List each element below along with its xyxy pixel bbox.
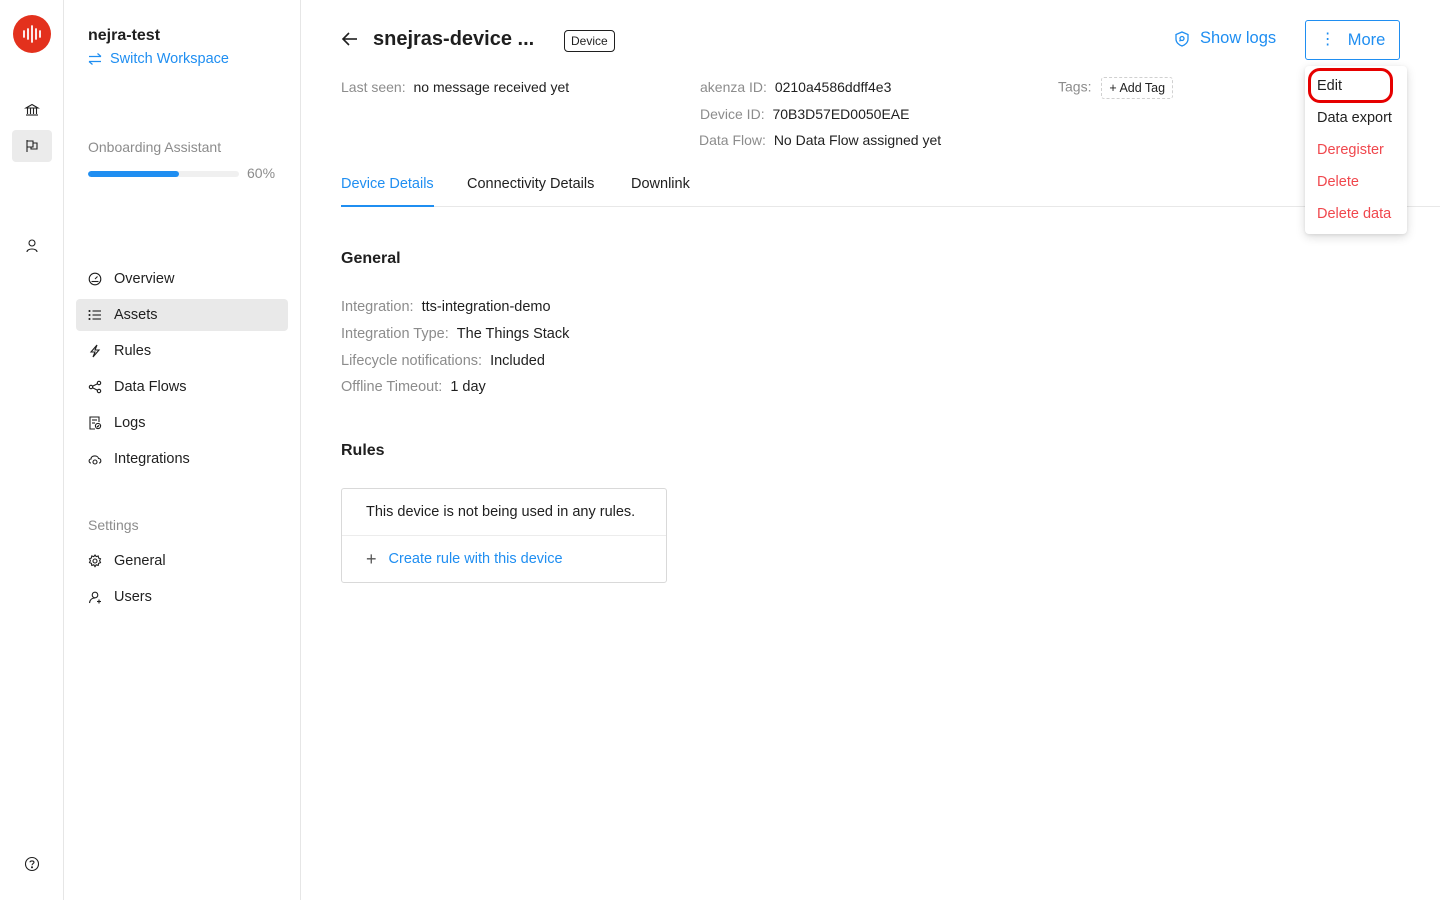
onboarding-progress-bar <box>88 171 239 177</box>
user-icon <box>26 239 38 253</box>
add-tag-button[interactable]: + Add Tag <box>1101 77 1174 99</box>
tab-bar: Device Details Connectivity Details Down… <box>341 176 1440 207</box>
data-flow-field: Data Flow: No Data Flow assigned yet <box>699 132 942 148</box>
swap-arrows-icon <box>88 53 102 65</box>
dashboard-icon <box>88 272 102 286</box>
bank-icon <box>24 103 40 116</box>
last-seen-field: Last seen: no message received yet <box>341 79 570 95</box>
lightning-icon <box>89 344 101 358</box>
create-rule-label: Create rule with this device <box>388 551 563 567</box>
sidebar-item-label: Rules <box>114 343 152 359</box>
rules-card: This device is not being used in any rul… <box>341 488 667 583</box>
sidebar-item-general[interactable]: General <box>76 545 288 577</box>
menu-item-deregister[interactable]: Deregister <box>1305 136 1407 168</box>
sidebar-item-logs[interactable]: Logs <box>76 407 288 439</box>
field-label: Last seen <box>341 79 402 95</box>
settings-nav: General Users <box>76 545 288 617</box>
list-icon <box>88 309 101 321</box>
field-value: No Data Flow assigned yet <box>773 132 942 148</box>
more-vertical-icon: ⋮ <box>1319 31 1336 48</box>
field-label: Device ID <box>700 106 761 122</box>
workspace-name: nejra-test <box>88 27 161 44</box>
help-circle-icon[interactable] <box>24 856 40 872</box>
settings-section-label: Settings <box>88 517 139 533</box>
cloud-icon <box>88 455 102 465</box>
field-value: no message received yet <box>413 79 570 95</box>
akenza-logo-icon[interactable] <box>13 15 51 53</box>
users-icon <box>88 591 101 604</box>
flag-icon <box>26 140 38 152</box>
field-label: Tags <box>1058 78 1088 95</box>
sidebar-item-label: Overview <box>114 271 175 287</box>
back-arrow-icon[interactable] <box>341 30 359 48</box>
onboarding-progress-fill <box>88 171 179 177</box>
rail-organization-button[interactable] <box>12 94 52 126</box>
more-button[interactable]: ⋮ More <box>1305 20 1400 60</box>
menu-item-delete-data[interactable]: Delete data <box>1305 200 1407 232</box>
integration-field: Integration: tts-integration-demo <box>341 299 551 315</box>
sidebar-item-label: Data Flows <box>114 379 187 395</box>
tab-device-details[interactable]: Device Details <box>341 176 434 207</box>
integration-type-field: Integration Type: The Things Stack <box>341 326 570 342</box>
show-logs-label: Show logs <box>1200 29 1277 47</box>
sidebar-item-integrations[interactable]: Integrations <box>76 443 288 475</box>
field-value: Included <box>490 353 545 369</box>
create-rule-link[interactable]: + Create rule with this device <box>342 536 666 582</box>
sidebar-item-label: Logs <box>114 415 146 431</box>
lifecycle-notifications-field: Lifecycle notifications: Included <box>341 353 545 369</box>
switch-workspace-label: Switch Workspace <box>110 51 229 67</box>
rail-workspace-button[interactable] <box>12 130 52 162</box>
show-logs-button[interactable]: Show logs <box>1174 29 1276 48</box>
field-label: Offline Timeout <box>341 379 439 395</box>
more-dropdown-menu: Edit Data export Deregister Delete Delet… <box>1305 66 1407 234</box>
onboarding-assistant-label[interactable]: Onboarding Assistant <box>88 139 221 155</box>
log-file-icon <box>89 416 102 430</box>
sidebar-item-label: Assets <box>114 307 158 323</box>
tab-downlink[interactable]: Downlink <box>631 176 690 207</box>
field-label: Integration Type <box>341 326 445 342</box>
field-label: Data Flow <box>699 132 763 148</box>
menu-item-edit[interactable]: Edit <box>1305 72 1407 104</box>
sidebar-item-label: Users <box>114 589 152 605</box>
sidebar-item-overview[interactable]: Overview <box>76 263 288 295</box>
gear-icon <box>88 554 102 568</box>
general-section-title: General <box>341 250 401 267</box>
akenza-id-field: akenza ID: 0210a4586ddff4e3 <box>700 79 892 95</box>
tags-field: Tags: + Add Tag <box>1058 77 1174 99</box>
plus-icon: + <box>366 548 377 569</box>
sidebar-item-label: Integrations <box>114 451 190 467</box>
device-detail-page: snejras-device ... Device Show logs ⋮ Mo… <box>301 0 1440 900</box>
sidebar-item-data-flows[interactable]: Data Flows <box>76 371 288 403</box>
more-label: More <box>1347 30 1386 49</box>
offline-timeout-field: Offline Timeout: 1 day <box>341 379 486 395</box>
rail-account-button[interactable] <box>12 230 52 262</box>
field-value: 0210a4586ddff4e3 <box>774 79 892 95</box>
menu-item-data-export[interactable]: Data export <box>1305 104 1407 136</box>
switch-workspace-link[interactable]: Switch Workspace <box>88 51 229 67</box>
field-label: akenza ID <box>700 79 764 95</box>
sidebar-item-users[interactable]: Users <box>76 581 288 613</box>
field-value: tts-integration-demo <box>421 299 551 315</box>
field-label: Lifecycle notifications <box>341 353 479 369</box>
rules-section-title: Rules <box>341 442 385 459</box>
page-title: snejras-device ... <box>373 28 535 50</box>
tab-connectivity-details[interactable]: Connectivity Details <box>467 176 594 207</box>
device-id-field: Device ID: 70B3D57ED0050EAE <box>700 106 910 122</box>
menu-item-delete[interactable]: Delete <box>1305 168 1407 200</box>
sidebar-item-label: General <box>114 553 166 569</box>
asset-type-badge: Device <box>564 30 615 52</box>
app-rail <box>0 0 64 900</box>
field-value: 70B3D57ED0050EAE <box>772 106 910 122</box>
field-value: The Things Stack <box>456 326 570 342</box>
share-nodes-icon <box>88 380 102 394</box>
rules-empty-message: This device is not being used in any rul… <box>342 489 666 536</box>
shield-search-icon <box>1175 30 1189 47</box>
onboarding-progress-text: 60% <box>247 165 276 181</box>
main-nav: Overview Assets Rules Data Flows Logs In… <box>76 263 288 479</box>
field-value: 1 day <box>450 379 486 395</box>
sidebar-item-assets[interactable]: Assets <box>76 299 288 331</box>
field-label: Integration <box>341 299 410 315</box>
sidebar-item-rules[interactable]: Rules <box>76 335 288 367</box>
workspace-sidebar: nejra-test Switch Workspace Onboarding A… <box>64 0 301 900</box>
